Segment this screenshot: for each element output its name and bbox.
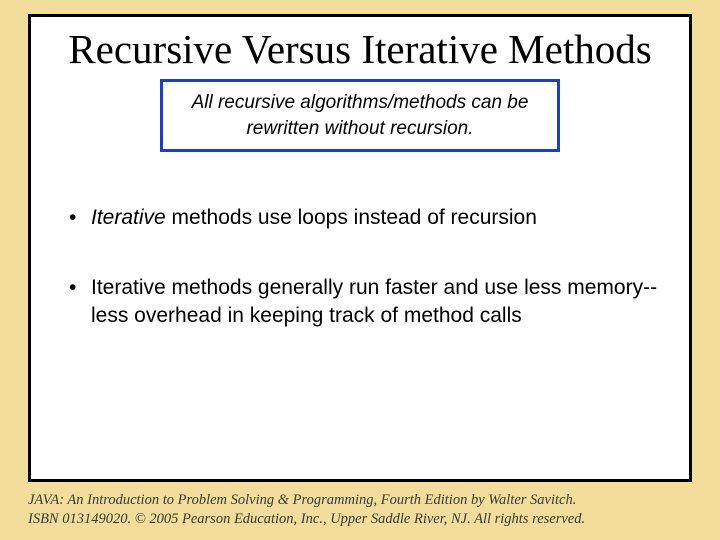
slide-title: Recursive Versus Iterative Methods bbox=[59, 27, 661, 73]
list-item: Iterative methods use loops instead of r… bbox=[67, 204, 661, 232]
bullet-list: Iterative methods use loops instead of r… bbox=[59, 204, 661, 329]
footer-line-1: JAVA: An Introduction to Problem Solving… bbox=[28, 491, 692, 511]
bullet-italic: Iterative bbox=[91, 206, 166, 229]
slide-frame: Recursive Versus Iterative Methods All r… bbox=[28, 14, 692, 482]
footer-line-2: ISBN 013149020. © 2005 Pearson Education… bbox=[28, 510, 692, 530]
bullet-text: methods use loops instead of recursion bbox=[166, 206, 537, 229]
footer-credit: JAVA: An Introduction to Problem Solving… bbox=[28, 491, 692, 530]
callout-box: All recursive algorithms/methods can be … bbox=[160, 79, 560, 152]
list-item: Iterative methods generally run faster a… bbox=[67, 274, 661, 329]
bullet-text: Iterative methods generally run faster a… bbox=[91, 276, 657, 327]
